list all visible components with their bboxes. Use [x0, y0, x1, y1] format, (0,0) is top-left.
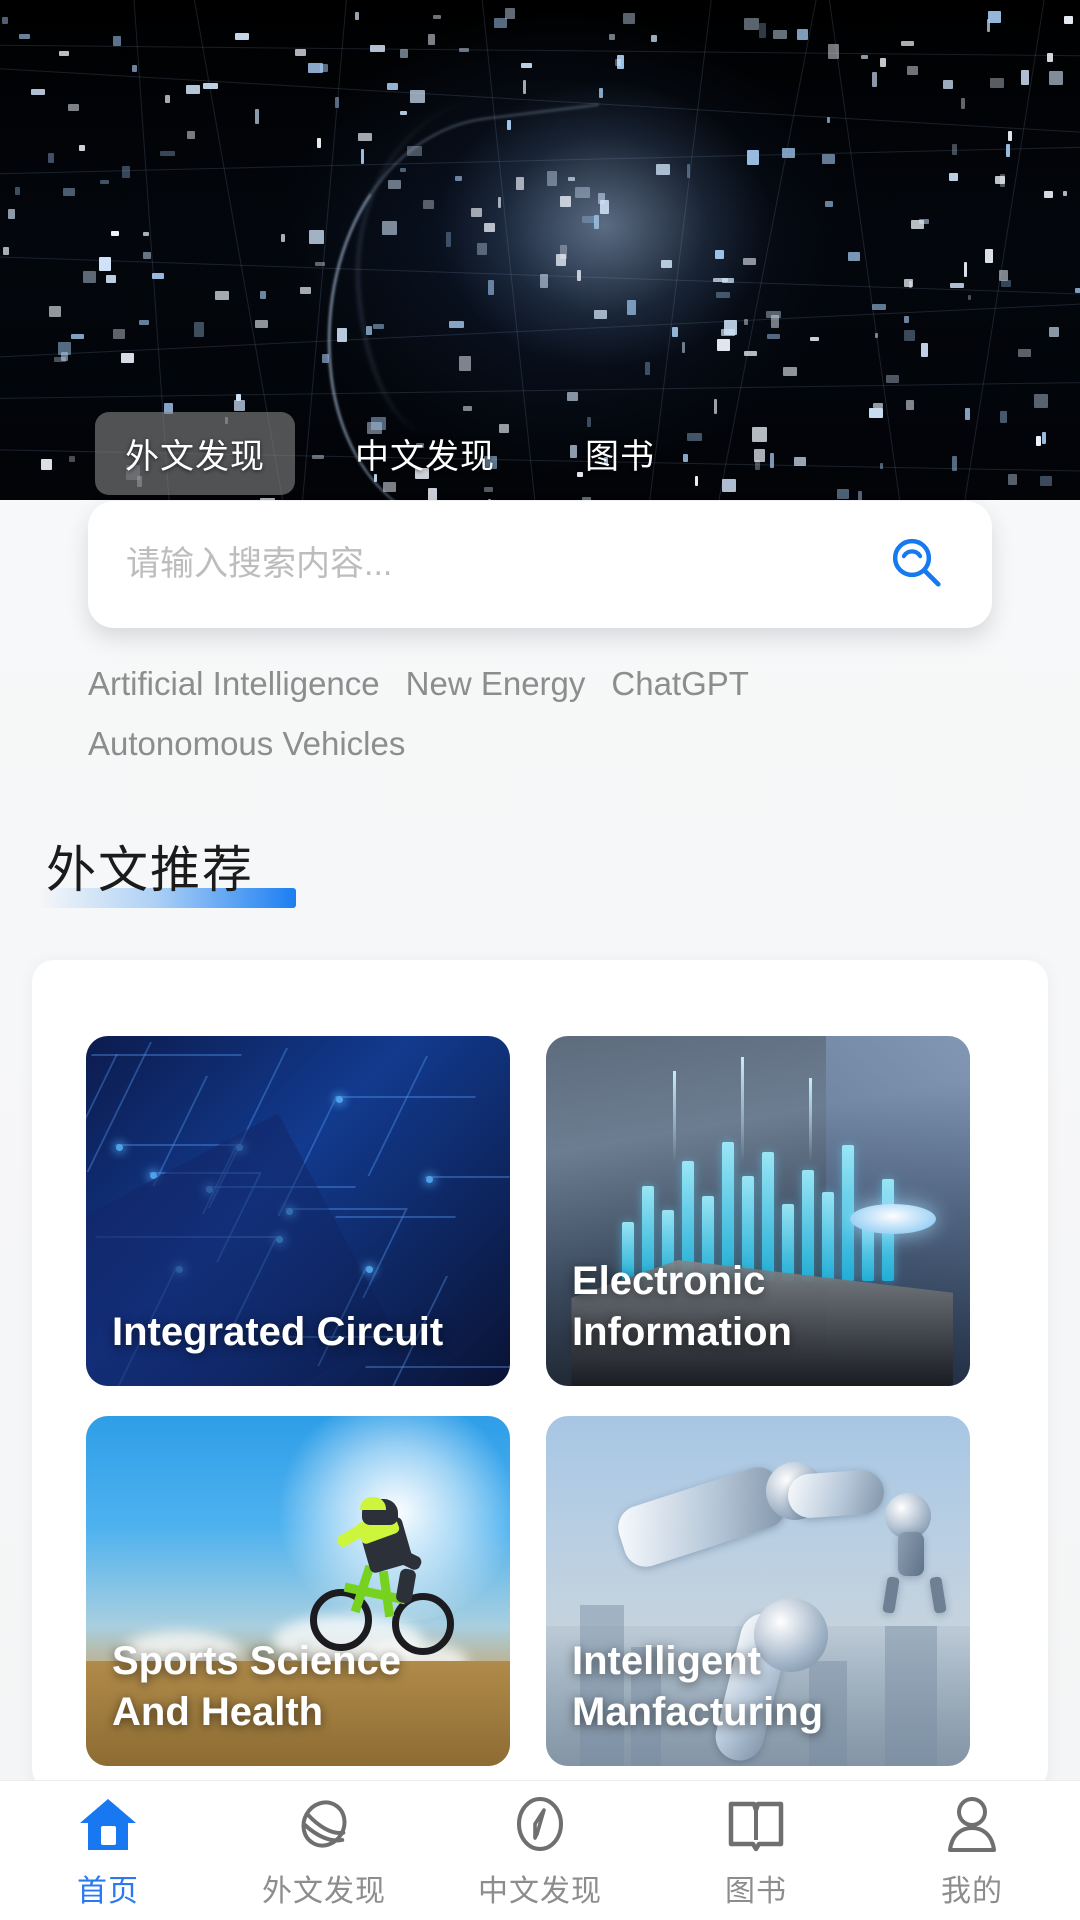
search-icon — [887, 533, 947, 596]
keyword-new-energy[interactable]: New Energy — [406, 654, 586, 714]
tab-foreign-discovery[interactable]: 外文发现 — [95, 411, 295, 495]
keyword-autonomous-vehicles[interactable]: Autonomous Vehicles — [88, 714, 405, 774]
nav-item-books[interactable]: 图书 — [648, 1781, 864, 1920]
nav-item-profile[interactable]: 我的 — [864, 1781, 1080, 1920]
chart-spike — [741, 1057, 745, 1162]
keyword-chatgpt[interactable]: ChatGPT — [611, 654, 749, 714]
nav-item-home[interactable]: 首页 — [0, 1781, 216, 1920]
planet-icon — [294, 1792, 354, 1854]
search-button[interactable] — [882, 530, 952, 600]
home-icon — [78, 1792, 138, 1854]
nav-label: 我的 — [941, 1874, 1003, 1908]
card-label: Sports Science And Health — [112, 1638, 402, 1734]
search-input[interactable] — [126, 545, 882, 584]
card-label: Integrated Circuit — [112, 1309, 444, 1354]
nav-label: 外文发现 — [262, 1874, 386, 1908]
tab-chinese-discovery[interactable]: 中文发现 — [325, 412, 525, 495]
compass-icon — [510, 1792, 570, 1854]
keyword-artificial-intelligence[interactable]: Artificial Intelligence — [88, 654, 380, 714]
section-header: 外文推荐 — [38, 830, 296, 908]
nav-label: 图书 — [725, 1874, 787, 1908]
card-label: Electronic Information — [572, 1258, 792, 1354]
book-icon — [726, 1792, 786, 1854]
nav-label: 首页 — [77, 1874, 139, 1908]
card-integrated-circuit[interactable]: Integrated Circuit — [86, 1036, 510, 1386]
chart-spike — [673, 1071, 677, 1162]
tab-books[interactable]: 图书 — [555, 412, 685, 495]
card-sports-science-health[interactable]: Sports Science And Health — [86, 1416, 510, 1766]
bottom-navigation: 首页 外文发现 中文发现 图书 我的 — [0, 1780, 1080, 1920]
section-title: 外文推荐 — [46, 841, 254, 899]
nav-item-foreign-discovery[interactable]: 外文发现 — [216, 1781, 432, 1920]
recommendation-grid: Integrated Circuit Electronic Informatio… — [86, 1036, 994, 1766]
person-icon — [942, 1792, 1002, 1854]
card-label: Intelligent Manfacturing — [572, 1638, 824, 1734]
top-tab-bar: 外文发现 中文发现 图书 — [0, 411, 1080, 495]
card-intelligent-manufacturing[interactable]: Intelligent Manfacturing — [546, 1416, 970, 1766]
hologram-disc — [850, 1204, 937, 1234]
search-bar[interactable] — [88, 501, 992, 628]
hot-keywords: Artificial Intelligence New Energy ChatG… — [88, 654, 988, 774]
nav-item-chinese-discovery[interactable]: 中文发现 — [432, 1781, 648, 1920]
chart-spike — [808, 1078, 812, 1162]
card-electronic-information[interactable]: Electronic Information — [546, 1036, 970, 1386]
nav-label: 中文发现 — [478, 1874, 602, 1908]
